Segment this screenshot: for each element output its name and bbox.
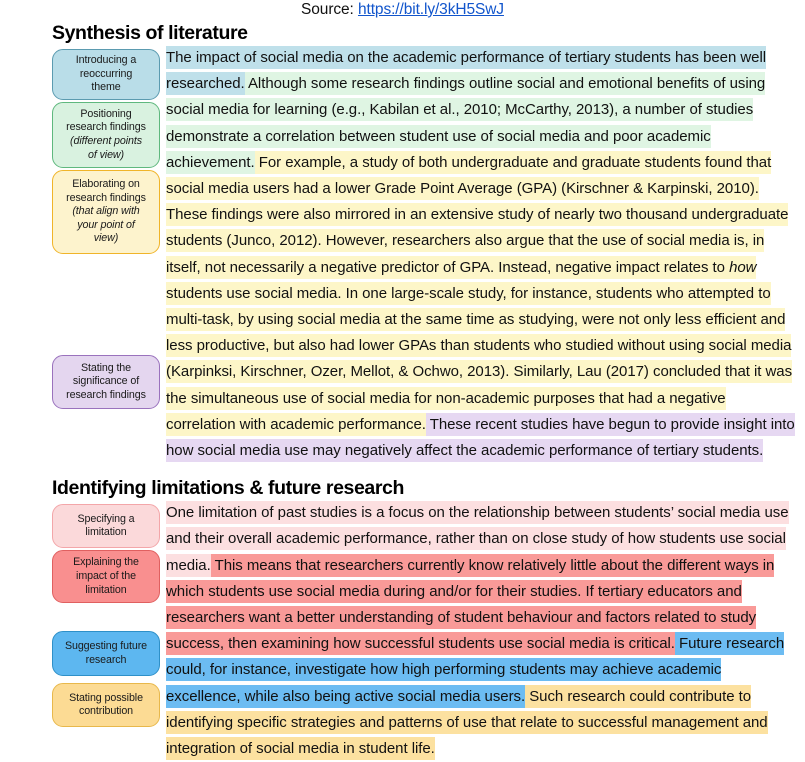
- highlight-yellow-elaborating-italic: how: [729, 255, 757, 279]
- label-chip-stating-possible-contribution: Stating possible contribution: [52, 683, 160, 728]
- label-chip-positioning-research-findings: Positioning research findings (different p…: [52, 102, 160, 168]
- synthesis-block: Introducing a reoccurring theme Positioning…: [0, 45, 805, 464]
- label-line: Suggesting future: [64, 640, 148, 653]
- label-line: research: [85, 653, 127, 666]
- label-line-italic: (different points: [70, 135, 142, 147]
- label-chip-explaining-the-impact-of-the-limitation: Explaining the impact of the limitation: [52, 550, 160, 604]
- label-chip-elaborating-on-research-findings: Elaborating on research findings (that ali…: [52, 170, 160, 254]
- label-line: significance of: [72, 375, 140, 388]
- limitations-block: Specifying a limitation Explaining the impa…: [0, 500, 805, 762]
- label-line-italic: view): [93, 232, 119, 245]
- label-line-italic: your point of: [77, 218, 135, 231]
- label-line: research findings: [66, 191, 146, 204]
- label-chip-suggesting-future-research: Suggesting future research: [52, 631, 160, 677]
- source-line: Source: https://bit.ly/3kH5SwJ: [0, 0, 805, 19]
- label-line: limitation: [85, 526, 127, 539]
- label-line: Introducing a: [75, 54, 137, 67]
- section-heading-synthesis: Synthesis of literature: [52, 22, 248, 44]
- source-link[interactable]: https://bit.ly/3kH5SwJ: [358, 1, 504, 18]
- label-line: research findings: [66, 388, 146, 401]
- label-line-italic: of view): [87, 148, 125, 161]
- label-chip-introducing-a-reoccurring-theme: Introducing a reoccurring theme: [52, 49, 160, 100]
- label-line: contribution: [78, 705, 134, 718]
- highlight-yellow-elaborating-a: For example, a study of both undergradua…: [166, 150, 788, 279]
- label-line: impact of the: [76, 569, 136, 582]
- limitations-paragraph: One limitation of past studies is a focu…: [166, 500, 797, 762]
- label-line: Stating the: [81, 361, 131, 374]
- label-line: Positioning: [80, 107, 132, 120]
- label-line: Specifying a: [77, 512, 135, 525]
- synthesis-paragraph: The impact of social media on the academ…: [166, 45, 797, 464]
- label-line-italic: (that align with: [72, 205, 140, 218]
- label-line: research findings: [66, 121, 146, 134]
- label-chip-specifying-a-limitation: Specifying a limitation: [52, 504, 160, 549]
- section-heading-limitations: Identifying limitations & future researc…: [52, 477, 404, 500]
- label-line: limitation: [85, 583, 127, 596]
- label-chip-stating-the-significance-of-research-findings: Stating the significance of research findi…: [52, 355, 160, 409]
- label-line: reoccurring: [79, 67, 133, 80]
- label-line: Stating possible: [69, 691, 143, 704]
- label-line: theme: [91, 81, 121, 94]
- source-label: Source:: [301, 1, 358, 18]
- label-line: Elaborating on: [72, 178, 140, 191]
- label-line: Explaining the: [73, 556, 139, 569]
